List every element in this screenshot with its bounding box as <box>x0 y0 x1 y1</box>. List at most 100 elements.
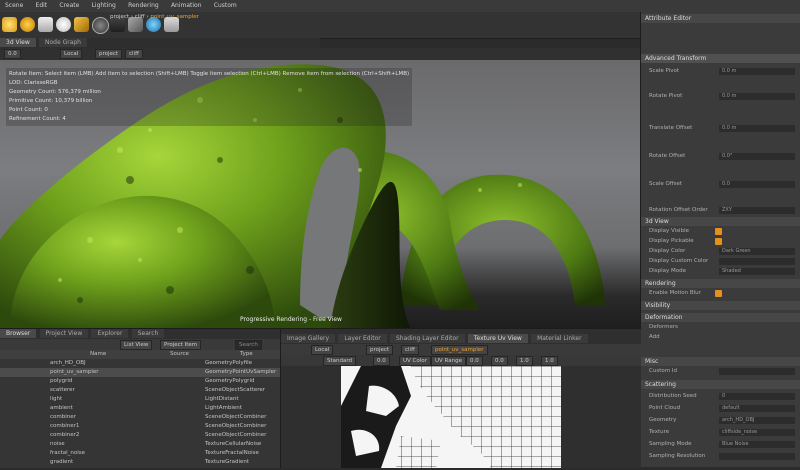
cliff-path[interactable]: cliff <box>125 49 143 59</box>
texture-field[interactable]: cliffside_noise <box>719 429 795 436</box>
menu-create[interactable]: Create <box>54 0 84 11</box>
column-type[interactable]: Type <box>240 350 253 359</box>
list-item[interactable]: noise TextureCellularNoise <box>0 440 280 449</box>
attr-row-display-visible: Display Visible <box>641 227 800 236</box>
menu-edit[interactable]: Edit <box>31 0 53 11</box>
display-color-dropdown[interactable]: Dark Green <box>719 248 795 255</box>
rotation-order-dropdown[interactable]: ZXY <box>719 207 795 214</box>
motion-blur-checkbox[interactable] <box>715 290 722 297</box>
breadcrumb-node[interactable]: point_uv_sampler <box>150 14 199 20</box>
attr-row-add[interactable]: Add <box>641 333 800 342</box>
uv-color-toggle[interactable]: UV Color <box>399 356 431 366</box>
tab-image-gallery[interactable]: Image Gallery <box>281 334 336 343</box>
sampling-resolution-field[interactable] <box>719 453 795 460</box>
distribution-seed-field[interactable]: 0 <box>719 393 795 400</box>
breadcrumb-project[interactable]: project <box>110 14 129 20</box>
list-item[interactable]: gradient TextureGradient <box>0 458 280 467</box>
menu-lighting[interactable]: Lighting <box>87 0 121 11</box>
tab-texture-uv-view[interactable]: Texture Uv View <box>467 334 528 343</box>
point-cloud-field[interactable]: default <box>719 405 795 412</box>
uv-range-max-v[interactable]: 1.0 <box>541 356 558 366</box>
attr-row-translate-offset: Translate Offset 0.0 m <box>641 124 800 133</box>
uv-range-max-u[interactable]: 1.0 <box>516 356 533 366</box>
list-item[interactable]: combiner2 SceneObjectCombiner <box>0 431 280 440</box>
menu-scene[interactable]: Scene <box>0 0 28 11</box>
sun-icon[interactable] <box>20 17 35 32</box>
tab-project-view[interactable]: Project View <box>39 329 89 338</box>
sampling-mode-dropdown[interactable]: Blue Noise <box>719 441 795 448</box>
camera-icon[interactable] <box>92 17 109 34</box>
translate-offset-field[interactable]: 0.0 m <box>719 125 795 132</box>
light-icon[interactable] <box>2 17 17 32</box>
attr-row-deformers: Deformers <box>649 324 678 330</box>
list-item[interactable]: combiner1 SceneObjectCombiner <box>0 422 280 431</box>
attr-row-rotate-offset: Rotate Offset 0.0° <box>641 152 800 161</box>
breadcrumb-cliff[interactable]: cliff <box>135 14 145 20</box>
uv-range-min-v[interactable]: 0.0 <box>491 356 508 366</box>
uv-cliff-path[interactable]: cliff <box>401 345 419 355</box>
menu-rendering[interactable]: Rendering <box>123 0 164 11</box>
project-item-dropdown[interactable]: Project Item <box>160 340 202 350</box>
custom-id-field[interactable] <box>719 368 795 375</box>
section-deformation[interactable]: Deformation <box>641 313 800 322</box>
geometry-field[interactable]: arch_HD_OBJ <box>719 417 795 424</box>
tab-explorer[interactable]: Explorer <box>91 329 129 338</box>
sphere-icon[interactable] <box>56 17 71 32</box>
list-item[interactable]: arch_HD_OBJ GeometryPolyfile <box>0 359 280 368</box>
column-name[interactable]: Name <box>90 350 106 359</box>
menu-custom[interactable]: Custom <box>209 0 242 11</box>
display-custom-color-field[interactable] <box>719 258 795 265</box>
section-visibility[interactable]: Visibility <box>641 301 800 310</box>
uv-range-min-u[interactable]: 0.0 <box>466 356 483 366</box>
scale-offset-field[interactable]: 0.0 <box>719 181 795 188</box>
tab-search[interactable]: Search <box>131 329 165 338</box>
display-pickable-checkbox[interactable] <box>715 238 722 245</box>
browser-toolbar: List View Project Item Search <box>0 339 280 350</box>
section-misc[interactable]: Misc <box>641 357 800 366</box>
column-source[interactable]: Source <box>170 350 189 359</box>
tab-layer-editor[interactable]: Layer Editor <box>338 334 387 343</box>
uv-value-field[interactable]: 0.0 <box>373 356 390 366</box>
list-item-selected[interactable]: point_uv_sampler GeometryPointUvSampler <box>0 368 280 377</box>
uv-range-toggle[interactable]: UV Range <box>431 356 466 366</box>
3d-viewport[interactable]: Rotate Item: Select item (LMB) Add item … <box>0 60 640 328</box>
uv-mode-dropdown[interactable]: Standard <box>323 356 357 366</box>
project-path[interactable]: project <box>95 49 123 59</box>
search-input[interactable]: Search <box>235 340 262 350</box>
section-rendering[interactable]: Rendering <box>641 279 800 288</box>
attr-row-distribution-seed: Distribution Seed 0 <box>641 392 800 401</box>
list-item[interactable]: ambient LightAmbient <box>0 404 280 413</box>
display-visible-checkbox[interactable] <box>715 228 722 235</box>
uv-space-dropdown[interactable]: Local <box>311 345 334 355</box>
tab-shading-layer-editor[interactable]: Shading Layer Editor <box>389 334 465 343</box>
texture-icon[interactable] <box>38 17 53 32</box>
browser-panel: Browser Project View Explorer Search Lis… <box>0 328 280 468</box>
scale-pivot-field[interactable]: 0.0 m <box>719 68 795 75</box>
display-mode-dropdown[interactable]: Shaded <box>719 268 795 275</box>
section-3d-view[interactable]: 3d View <box>641 217 800 226</box>
tab-node-graph[interactable]: Node Graph <box>39 38 87 47</box>
cube-icon[interactable] <box>74 17 89 32</box>
list-view-dropdown[interactable]: List View <box>120 340 153 350</box>
section-advanced-transform[interactable]: Advanced Transform <box>641 54 800 63</box>
list-item[interactable]: fractal_noise TextureFractalNoise <box>0 449 280 458</box>
list-item[interactable]: scatterer SceneObjectScatterer <box>0 386 280 395</box>
uv-node-path[interactable]: point_uv_sampler <box>431 345 488 355</box>
section-scattering[interactable]: Scattering <box>641 380 800 389</box>
list-item[interactable]: combiner SceneObjectCombiner <box>0 413 280 422</box>
space-dropdown[interactable]: Local <box>60 49 83 59</box>
rotate-pivot-field[interactable]: 0.0 m <box>719 93 795 100</box>
uv-canvas[interactable] <box>341 366 561 468</box>
uv-project-path[interactable]: project <box>366 345 394 355</box>
attr-row-display-custom-color: Display Custom Color <box>641 257 800 266</box>
attr-row-rotate-pivot: Rotate Pivot 0.0 m <box>641 92 800 101</box>
tab-browser[interactable]: Browser <box>0 329 37 338</box>
list-item[interactable]: light LightDistant <box>0 395 280 404</box>
browser-list: Name Source Type arch_HD_OBJ GeometryPoly… <box>0 350 280 468</box>
viewport-zoom-field[interactable]: 0.0 <box>4 49 21 59</box>
rotate-offset-field[interactable]: 0.0° <box>719 153 795 160</box>
tab-material-linker[interactable]: Material Linker <box>531 334 588 343</box>
menu-animation[interactable]: Animation <box>166 0 207 11</box>
list-item[interactable]: polygrid GeometryPolygrid <box>0 377 280 386</box>
tab-3d-view[interactable]: 3d View <box>0 38 36 47</box>
